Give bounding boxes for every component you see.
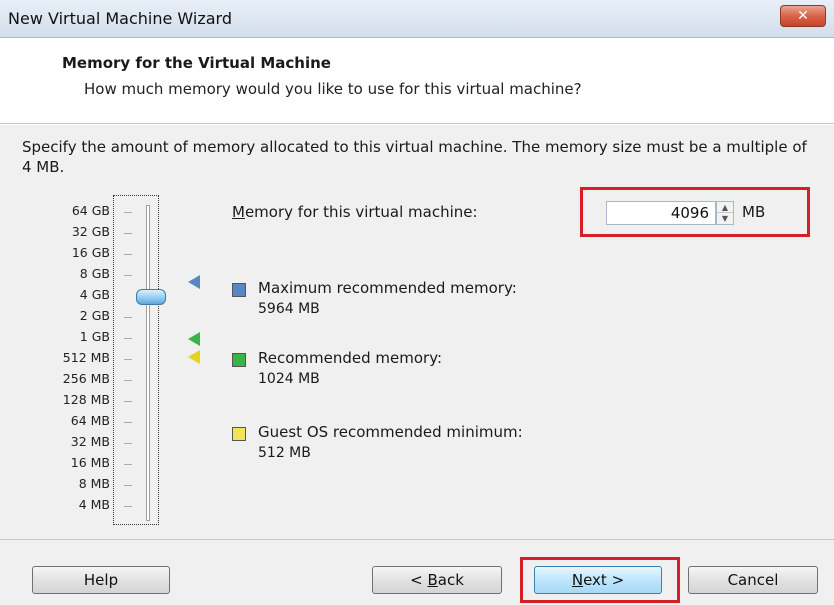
scale-label: 32 MB	[70, 434, 110, 449]
memory-label-rest: emory for this virtual machine:	[244, 203, 478, 221]
cancel-button[interactable]: Cancel	[688, 566, 818, 594]
window-title: New Virtual Machine Wizard	[8, 9, 232, 28]
slider-tick	[124, 233, 132, 234]
scale-label: 64 MB	[70, 413, 110, 428]
max-recommended-swatch-icon	[232, 283, 246, 297]
spinner-down-icon[interactable]: ▼	[717, 213, 733, 224]
scale-label: 32 GB	[71, 224, 110, 239]
next-accel: N	[571, 571, 584, 589]
help-button[interactable]: Help	[32, 566, 170, 594]
slider-tick	[124, 380, 132, 381]
memory-label-accel: M	[232, 203, 245, 221]
slider-tick	[124, 317, 132, 318]
slider-tick	[124, 506, 132, 507]
memory-slider-focus-box	[113, 195, 159, 525]
slider-tick	[124, 464, 132, 465]
close-icon: ✕	[797, 8, 809, 24]
max-recommended-marker-icon	[188, 275, 200, 289]
title-bar: New Virtual Machine Wizard ✕	[0, 0, 834, 38]
memory-slider-thumb[interactable]	[136, 289, 166, 305]
description-text: Specify the amount of memory allocated t…	[22, 138, 807, 176]
memory-unit-label: MB	[742, 203, 766, 221]
scale-label: 2 GB	[79, 308, 110, 323]
recommended-swatch-icon	[232, 353, 246, 367]
slider-tick	[124, 359, 132, 360]
legend-title: Recommended memory:	[258, 349, 443, 367]
scale-label: 64 GB	[71, 203, 110, 218]
back-button[interactable]: < Back	[372, 566, 502, 594]
scale-label: 16 GB	[71, 245, 110, 260]
scale-label: 512 MB	[62, 350, 110, 365]
recommended-marker-icon	[188, 332, 200, 346]
slider-tick	[124, 401, 132, 402]
spinner-up-icon[interactable]: ▲	[717, 202, 733, 213]
legend-title: Guest OS recommended minimum:	[258, 423, 523, 441]
back-rest: ack	[437, 571, 464, 589]
guest-minimum-swatch-icon	[232, 427, 246, 441]
slider-tick	[124, 422, 132, 423]
slider-tick	[124, 443, 132, 444]
slider-tick	[124, 254, 132, 255]
legend-value: 5964 MB	[258, 301, 320, 317]
wizard-body: Specify the amount of memory allocated t…	[0, 125, 834, 539]
memory-spinner[interactable]: ▲ ▼	[716, 201, 734, 225]
slider-tick	[124, 338, 132, 339]
scale-label: 256 MB	[62, 371, 110, 386]
page-title: Memory for the Virtual Machine	[62, 54, 331, 72]
scale-label: 16 MB	[70, 455, 110, 470]
legend-title: Maximum recommended memory:	[258, 279, 517, 297]
memory-slider-track[interactable]	[146, 205, 150, 521]
page-subtitle: How much memory would you like to use fo…	[84, 80, 582, 98]
legend-value: 1024 MB	[258, 371, 320, 387]
scale-label: 4 MB	[78, 497, 110, 512]
memory-size-input[interactable]	[606, 201, 716, 225]
back-accel: B	[427, 571, 438, 589]
guest-minimum-marker-icon	[188, 350, 200, 364]
wizard-header: Memory for the Virtual Machine How much …	[0, 38, 834, 124]
memory-field-label: Memory for this virtual machine:	[232, 203, 478, 221]
next-rest: ext >	[583, 571, 625, 589]
scale-label: 8 GB	[79, 266, 110, 281]
close-button[interactable]: ✕	[780, 5, 826, 27]
scale-label: 128 MB	[62, 392, 110, 407]
wizard-footer: Help < Back Next > Cancel	[0, 539, 834, 605]
scale-label: 8 MB	[78, 476, 110, 491]
scale-label: 1 GB	[79, 329, 110, 344]
legend-value: 512 MB	[258, 445, 311, 461]
next-button[interactable]: Next >	[534, 566, 662, 594]
back-prefix: <	[410, 571, 423, 589]
slider-tick	[124, 485, 132, 486]
slider-tick	[124, 275, 132, 276]
slider-tick	[124, 212, 132, 213]
scale-label: 4 GB	[79, 287, 110, 302]
